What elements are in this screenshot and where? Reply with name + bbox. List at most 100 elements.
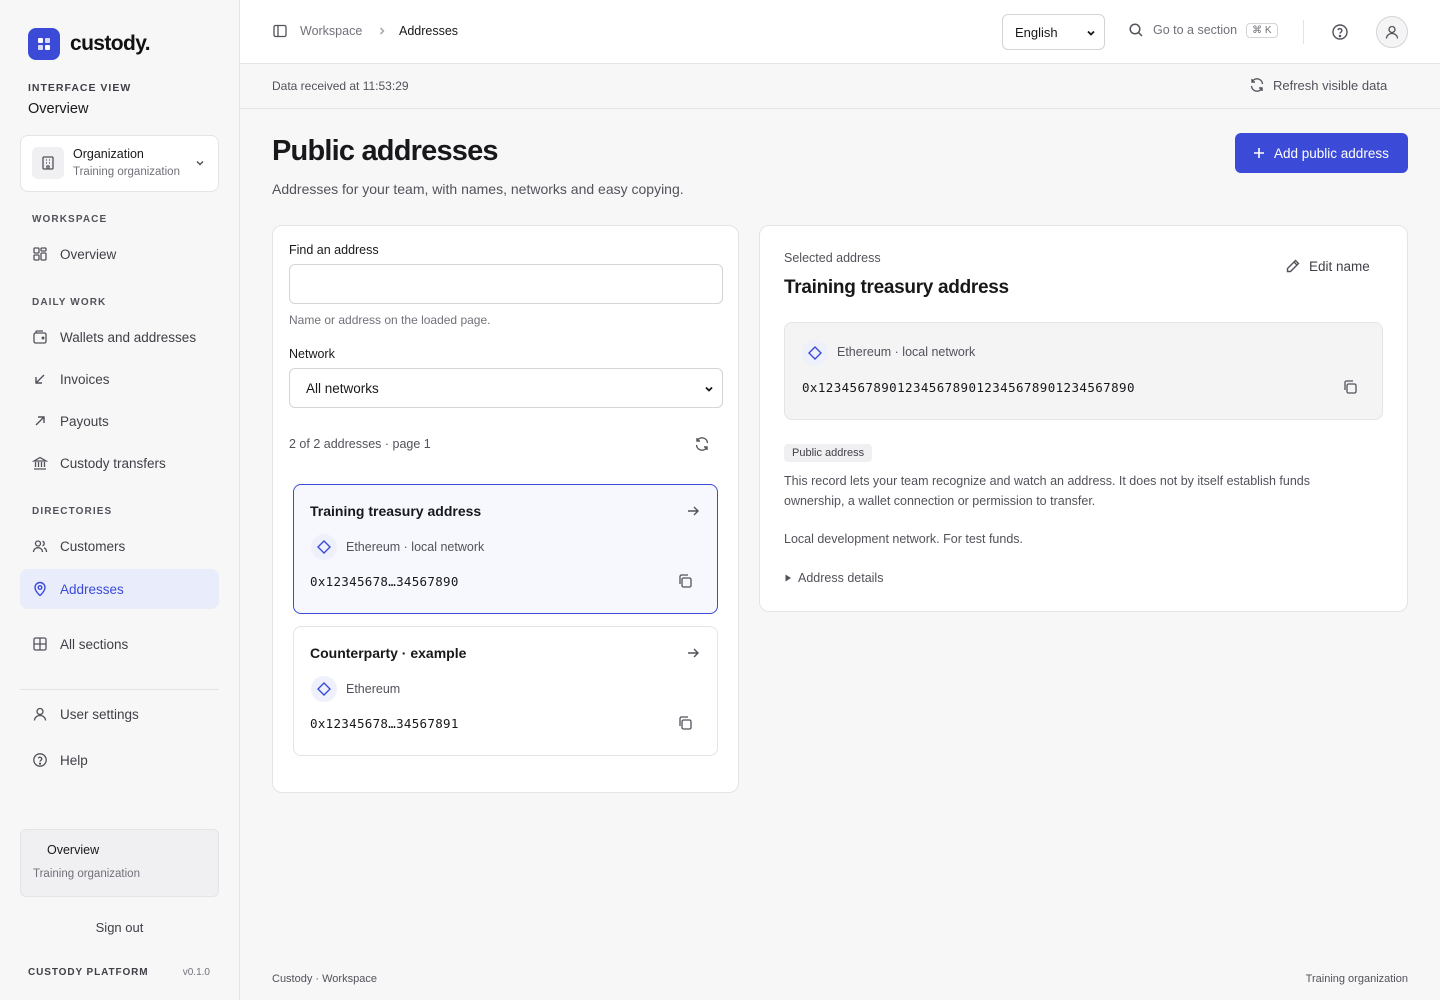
- address-type-badge: Public address: [784, 444, 873, 462]
- breadcrumb-workspace[interactable]: Workspace: [300, 24, 362, 38]
- address-details-label: Address details: [798, 571, 884, 585]
- find-address-input[interactable]: [289, 264, 723, 304]
- refresh-icon[interactable]: [694, 436, 710, 452]
- chevron-right-icon: [376, 25, 388, 37]
- sidebar-item-addresses[interactable]: Addresses: [20, 569, 219, 609]
- find-address-label: Find an address: [289, 243, 379, 257]
- find-address-hint: Name or address on the loaded page.: [289, 313, 491, 327]
- edit-name-label: Edit name: [1309, 258, 1370, 274]
- address-short: 0x12345678…34567891: [310, 716, 459, 731]
- sidebar-item-label: Customers: [60, 538, 126, 554]
- platform-label: CUSTODY PLATFORM: [28, 967, 149, 978]
- network-note: Local development network. For test fund…: [784, 532, 1024, 546]
- address-description: This record lets your team recognize and…: [784, 474, 1310, 508]
- sidebar-item-all-sections[interactable]: All sections: [20, 624, 219, 664]
- address-network: Ethereum · local network: [346, 540, 485, 554]
- building-icon: [32, 147, 64, 179]
- topbar-divider: [1303, 20, 1304, 44]
- user-icon: [32, 706, 48, 722]
- arrow-up-right-icon: [32, 413, 48, 429]
- sidebar-item-invoices[interactable]: Invoices: [20, 359, 219, 399]
- network-select[interactable]: All networks: [289, 368, 723, 408]
- sidebar-item-payouts[interactable]: Payouts: [20, 401, 219, 441]
- selected-full-address: 0x12345678901234567890123456789012345678…: [802, 380, 1135, 395]
- go-to-section-label: Go to a section: [1153, 23, 1238, 37]
- copy-icon[interactable]: [677, 573, 693, 589]
- status-bar: Data received at 11:53:29 Refresh visibl…: [240, 64, 1440, 109]
- sidebar-item-label: Invoices: [60, 371, 110, 387]
- sidebar-item-label: Overview: [60, 246, 117, 262]
- arrow-down-left-icon: [32, 371, 48, 387]
- caret-right-icon: [784, 574, 792, 582]
- address-network: Ethereum: [346, 682, 401, 696]
- add-public-address-button[interactable]: Add public address: [1235, 133, 1408, 173]
- ethereum-icon: [311, 534, 337, 560]
- copy-icon[interactable]: [677, 715, 693, 731]
- sidebar-item-label: Wallets and addresses: [60, 329, 197, 345]
- map-pin-icon: [32, 581, 48, 597]
- organization-subtitle: Training organization: [73, 166, 180, 178]
- page-footer-right: Training organization: [1305, 973, 1408, 985]
- context-subtitle: Training organization: [33, 868, 140, 880]
- sidebar-item-label: User settings: [60, 706, 139, 722]
- search-icon: [1128, 22, 1144, 38]
- sidebar-item-custody-transfers[interactable]: Custody transfers: [20, 443, 219, 483]
- sidebar-item-label: Addresses: [60, 581, 124, 597]
- arrow-right-icon: [686, 504, 700, 518]
- sign-out-button[interactable]: Sign out: [20, 920, 219, 935]
- arrow-right-icon: [686, 646, 700, 660]
- full-address-box: Ethereum · local network 0x1234567890123…: [784, 322, 1383, 420]
- sidebar-toggle-icon[interactable]: [272, 23, 288, 39]
- edit-name-button[interactable]: Edit name: [1285, 258, 1370, 274]
- ethereum-icon: [311, 676, 337, 702]
- sidebar-item-overview[interactable]: Overview: [20, 234, 219, 274]
- sidebar-item-help[interactable]: Help: [20, 740, 219, 780]
- organization-title: Organization: [73, 147, 144, 161]
- address-details-toggle[interactable]: Address details: [784, 571, 883, 585]
- sidebar-item-customers[interactable]: Customers: [20, 526, 219, 566]
- go-to-section-button[interactable]: Go to a section ⌘ K: [1128, 22, 1278, 38]
- address-count: 2 of 2 addresses · page 1: [289, 437, 431, 451]
- copy-icon[interactable]: [1342, 379, 1358, 395]
- address-list-item[interactable]: Counterparty · example Ethereum 0x123456…: [293, 626, 718, 756]
- user-icon: [1384, 24, 1400, 40]
- address-short: 0x12345678…34567890: [310, 574, 459, 589]
- version-label: v0.1.0: [182, 967, 210, 978]
- page-footer-left: Custody · Workspace: [272, 973, 377, 985]
- network-label: Network: [289, 347, 335, 361]
- sidebar-item-label: Custody transfers: [60, 455, 166, 471]
- sidebar-item-user-settings[interactable]: User settings: [20, 694, 219, 734]
- selected-address-network: Ethereum · local network: [837, 345, 976, 359]
- chevron-down-icon: [194, 157, 206, 169]
- section-label-daily-work: DAILY WORK: [32, 297, 107, 308]
- section-label-workspace: WORKSPACE: [32, 214, 108, 225]
- brand[interactable]: custody.: [28, 28, 151, 60]
- organization-switcher[interactable]: Organization Training organization: [20, 135, 219, 192]
- network-select-value: All networks: [306, 380, 379, 396]
- address-list-panel: Find an address Name or address on the l…: [272, 225, 739, 793]
- dashboard-icon: [32, 246, 48, 262]
- address-name: Counterparty · example: [310, 645, 467, 661]
- language-select[interactable]: English: [1002, 14, 1105, 50]
- address-name: Training treasury address: [310, 503, 482, 519]
- sidebar-item-wallets[interactable]: Wallets and addresses: [20, 317, 219, 357]
- context-title: Overview: [47, 843, 100, 857]
- interface-view-value: Overview: [28, 101, 89, 117]
- current-context-card: Overview Training organization: [20, 829, 219, 897]
- grid-icon: [32, 636, 48, 652]
- language-value: English: [1015, 24, 1058, 40]
- address-list-item[interactable]: Training treasury address Ethereum · loc…: [293, 484, 718, 614]
- pencil-icon: [1285, 258, 1301, 274]
- brand-name: custody.: [70, 32, 151, 55]
- help-icon[interactable]: [1330, 22, 1350, 42]
- data-received-time: Data received at 11:53:29: [272, 79, 409, 93]
- refresh-visible-data-button[interactable]: Refresh visible data: [1249, 77, 1387, 93]
- selected-address-title: Training treasury address: [784, 277, 1009, 298]
- sidebar-item-label: Payouts: [60, 413, 109, 429]
- add-button-label: Add public address: [1274, 145, 1389, 161]
- avatar[interactable]: [1376, 16, 1408, 48]
- wallet-icon: [32, 329, 48, 345]
- help-circle-icon: [32, 752, 48, 768]
- page-title: Public addresses: [272, 135, 499, 167]
- brand-logo-icon: [28, 28, 60, 60]
